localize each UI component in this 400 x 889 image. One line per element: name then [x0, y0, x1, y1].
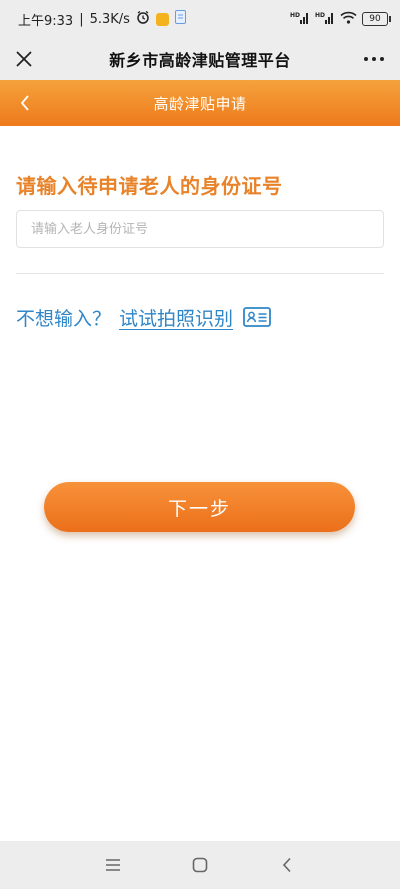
wifi-icon [340, 11, 357, 28]
photo-recognition-row: 不想输入？ 试试拍照识别 [16, 302, 271, 332]
close-icon[interactable] [10, 45, 38, 73]
alarm-clock-icon [136, 10, 150, 28]
file-notification-icon [174, 10, 186, 28]
network-speed: 5.3K/s [89, 11, 130, 27]
divider [16, 273, 384, 274]
photo-recognition-link[interactable]: 试试拍照识别 [119, 304, 233, 331]
system-nav-bar [0, 841, 400, 889]
home-icon[interactable] [185, 850, 215, 880]
status-bar: 上午9:33 | 5.3K/s HD HD 90 [0, 0, 400, 38]
title-bar: 新乡市高龄津贴管理平台 [0, 38, 400, 81]
page-header: 高龄津贴申请 [0, 80, 400, 126]
id-card-icon[interactable] [243, 306, 271, 328]
header-title: 高龄津贴申请 [153, 94, 247, 113]
app-notification-icon [155, 12, 169, 26]
back-icon[interactable] [272, 850, 302, 880]
menu-icon[interactable] [98, 850, 128, 880]
svg-text:HD: HD [290, 12, 300, 19]
status-time: 上午9:33 [18, 13, 74, 29]
more-icon[interactable] [360, 45, 388, 73]
hd-signal-icon: HD [290, 11, 310, 28]
alt-prefix-text: 不想输入？ [16, 307, 112, 330]
hd-signal-icon: HD [315, 11, 335, 28]
id-prompt: 请输入待申请老人的身份证号 [16, 174, 283, 198]
svg-text:HD: HD [315, 12, 325, 19]
id-number-input[interactable] [16, 210, 384, 248]
page-title: 新乡市高龄津贴管理平台 [109, 51, 291, 70]
next-step-button[interactable]: 下一步 [44, 482, 355, 532]
back-icon[interactable] [12, 89, 38, 117]
battery-icon: 90 [362, 12, 391, 26]
